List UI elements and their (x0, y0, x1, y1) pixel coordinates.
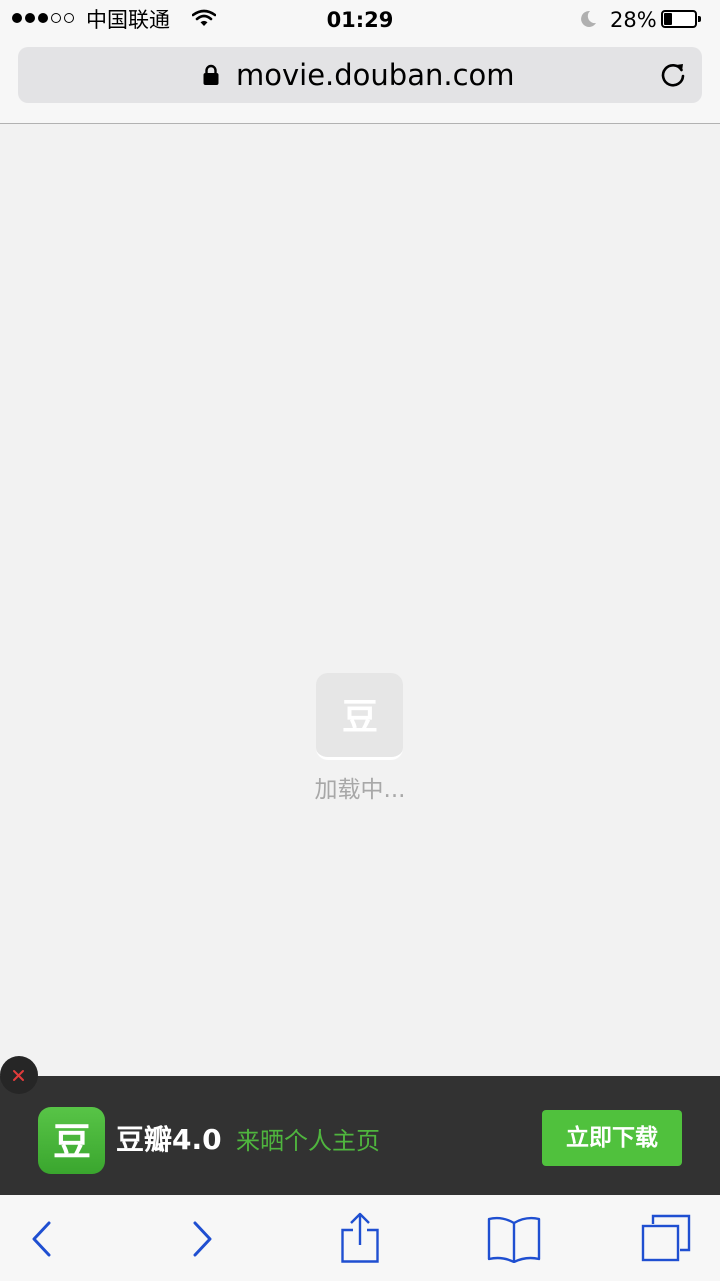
bookmarks-icon (487, 1216, 541, 1263)
lock-icon (202, 64, 220, 90)
tabs-button[interactable] (634, 1195, 698, 1281)
close-icon (13, 1070, 24, 1081)
url-text[interactable]: movie.douban.com (236, 57, 515, 93)
app-name: 豆瓣4.0 (116, 1123, 222, 1156)
close-banner-button[interactable] (0, 1056, 38, 1094)
forward-icon (193, 1221, 212, 1257)
address-bar[interactable]: movie.douban.com (18, 47, 702, 103)
forward-button[interactable] (170, 1195, 234, 1281)
svg-text:豆: 豆 (342, 697, 378, 737)
back-icon (32, 1221, 51, 1257)
share-icon (341, 1212, 379, 1263)
app-download-banner[interactable]: 豆 豆瓣4.0 来晒个人主页 立即下载 (0, 1076, 720, 1195)
douban-logo-icon: 豆 (342, 697, 378, 737)
battery-percentage: 28% (610, 8, 657, 32)
battery-icon (661, 10, 703, 30)
back-button[interactable] (10, 1195, 74, 1281)
reload-icon[interactable] (658, 60, 688, 94)
tabs-icon (641, 1214, 691, 1262)
loading-logo: 豆 (316, 673, 403, 760)
share-button[interactable] (328, 1195, 392, 1281)
loading-text: 加载中... (314, 777, 406, 803)
douban-app-icon[interactable]: 豆 (38, 1107, 105, 1174)
moon-icon (578, 9, 598, 33)
bookmarks-button[interactable] (482, 1195, 546, 1281)
safari-toolbar (0, 1195, 720, 1281)
browser-address-area: movie.douban.com (0, 40, 720, 124)
status-bar: 中国联通 01:29 28% (0, 0, 720, 40)
download-now-button[interactable]: 立即下载 (542, 1110, 682, 1166)
svg-text:豆: 豆 (53, 1120, 91, 1162)
app-slogan: 来晒个人主页 (236, 1127, 380, 1155)
